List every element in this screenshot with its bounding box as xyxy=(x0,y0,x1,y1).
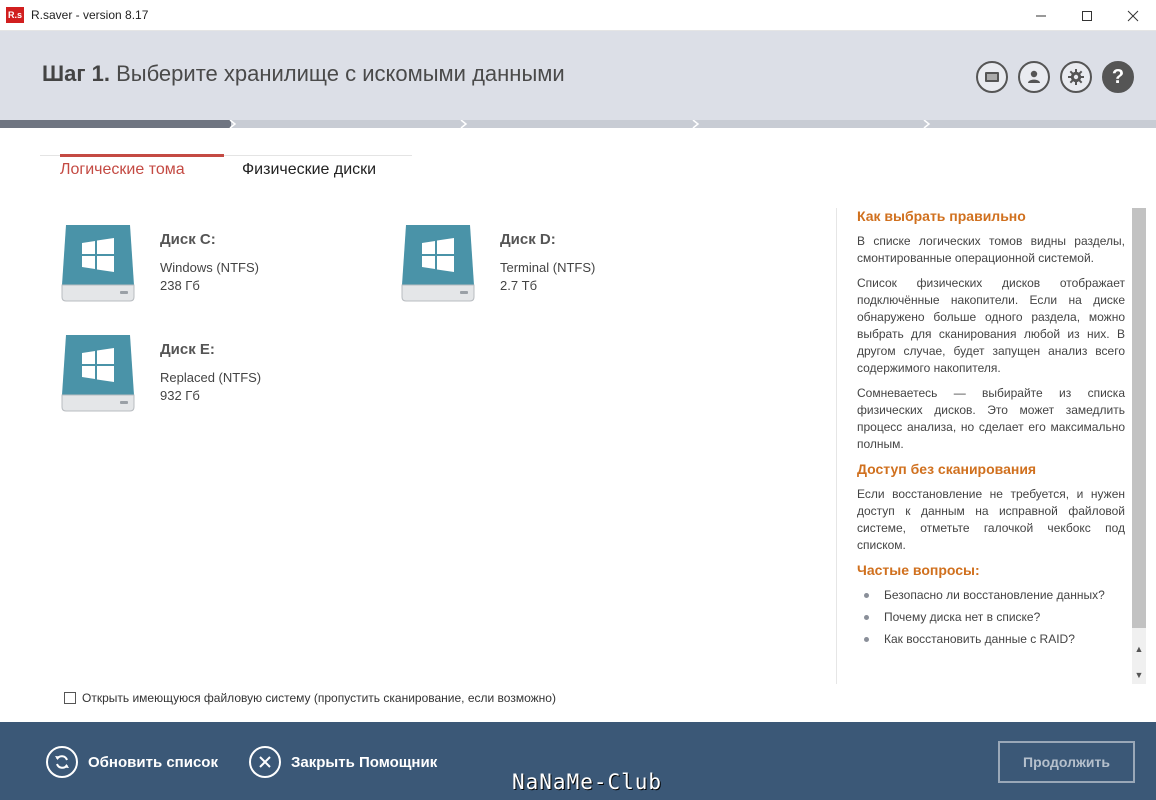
progress-step-separator xyxy=(923,120,930,128)
disk-item-e[interactable]: Диск E: Replaced (NTFS) 932 Гб xyxy=(60,333,360,423)
close-window-button[interactable] xyxy=(1110,0,1156,31)
wizard-header: Шаг 1. Выберите хранилище с искомыми дан… xyxy=(0,31,1156,120)
help-paragraph: Сомневаетесь — выбирайте из списка физич… xyxy=(857,386,1125,451)
step-title: Выберите хранилище с искомыми данными xyxy=(116,61,565,86)
tab-logical-volumes[interactable]: Логические тома xyxy=(60,161,185,179)
disk-filesystem: Terminal (NTFS) xyxy=(500,260,596,275)
minimize-button[interactable] xyxy=(1018,0,1064,31)
account-button[interactable] xyxy=(1018,61,1050,93)
help-paragraph: Если восстановление не требуется, и нуже… xyxy=(857,487,1125,552)
window-title: R.saver - version 8.17 xyxy=(31,8,149,22)
progress-fill xyxy=(0,120,232,128)
help-heading-no-scan: Доступ без сканирования xyxy=(857,461,1037,477)
help-paragraph: Список физических дисков отображает подк… xyxy=(857,276,1125,375)
progress-step-separator xyxy=(229,120,237,128)
minimize-icon xyxy=(1036,15,1046,16)
close-circle-icon xyxy=(249,746,281,778)
disk-filesystem: Windows (NTFS) xyxy=(160,260,259,275)
settings-button[interactable] xyxy=(1060,61,1092,93)
step-number: Шаг 1. xyxy=(42,61,110,86)
disk-name: Диск C: xyxy=(160,231,216,248)
disk-size: 238 Гб xyxy=(160,278,200,293)
maximize-button[interactable] xyxy=(1064,0,1110,31)
disk-item-d[interactable]: Диск D: Terminal (NTFS) 2.7 Тб xyxy=(400,223,700,313)
help-heading-choose: Как выбрать правильно xyxy=(857,208,1026,224)
skip-scan-checkbox[interactable] xyxy=(64,692,76,704)
skip-scan-label: Открыть имеющуюся файловую систему (проп… xyxy=(82,691,556,705)
volume-tabs: Логические тома Физические диски xyxy=(40,154,412,185)
close-wizard-button[interactable]: Закрыть Помощник xyxy=(249,745,437,779)
wizard-progress xyxy=(0,120,1156,128)
help-icon: ? xyxy=(1111,65,1125,88)
progress-step-separator xyxy=(460,120,468,128)
refresh-list-label: Обновить список xyxy=(88,753,218,771)
close-wizard-label: Закрыть Помощник xyxy=(291,753,438,771)
disk-name: Диск D: xyxy=(500,231,556,248)
wizard-footer: Обновить список Закрыть Помощник NaNaMe-… xyxy=(0,722,1156,800)
refresh-icon xyxy=(46,746,78,778)
help-scrollbar[interactable]: ▲ ▼ xyxy=(1132,208,1146,684)
disk-filesystem: Replaced (NTFS) xyxy=(160,370,262,385)
disk-size: 2.7 Тб xyxy=(500,278,538,293)
close-icon xyxy=(1127,10,1139,21)
disk-size: 932 Гб xyxy=(160,388,200,403)
refresh-list-button[interactable]: Обновить список xyxy=(46,745,218,779)
maximize-icon xyxy=(1082,10,1092,21)
watermark-text: NaNaMe-Club xyxy=(512,770,663,794)
title-bar: R.s R.saver - version 8.17 xyxy=(0,0,1156,31)
help-paragraph: В списке логических томов видны разделы,… xyxy=(857,234,1125,265)
scroll-up-arrow[interactable]: ▲ xyxy=(1132,642,1146,656)
help-heading-faq: Частые вопросы: xyxy=(857,562,980,578)
hard-drive-icon xyxy=(61,335,135,412)
settings-icon xyxy=(1068,69,1084,85)
hard-drive-icon xyxy=(61,225,135,302)
faq-link[interactable]: Безопасно ли восстановление данных? xyxy=(857,587,1125,604)
help-pane: Как выбрать правильно В списке логически… xyxy=(836,208,1132,684)
app-logo: R.s xyxy=(6,7,24,23)
log-button[interactable] xyxy=(976,61,1008,93)
log-icon xyxy=(985,72,999,82)
continue-button[interactable]: Продолжить xyxy=(998,741,1135,783)
tab-physical-disks[interactable]: Физические диски xyxy=(242,161,376,179)
scroll-down-arrow[interactable]: ▼ xyxy=(1132,668,1146,682)
account-icon xyxy=(1028,70,1040,83)
disk-item-c[interactable]: Диск C: Windows (NTFS) 238 Гб xyxy=(60,223,360,313)
help-button[interactable]: ? xyxy=(1102,61,1134,93)
page-title: Шаг 1. Выберите хранилище с искомыми дан… xyxy=(42,61,565,87)
disk-name: Диск E: xyxy=(160,341,215,358)
active-tab-indicator xyxy=(60,154,224,157)
faq-link[interactable]: Почему диска нет в списке? xyxy=(857,609,1125,626)
hard-drive-icon xyxy=(401,225,475,302)
skip-scan-option[interactable]: Открыть имеющуюся файловую систему (проп… xyxy=(64,691,556,705)
faq-link[interactable]: Как восстановить данные с RAID? xyxy=(857,631,1125,648)
scroll-thumb[interactable] xyxy=(1132,208,1146,628)
progress-step-separator xyxy=(692,120,699,128)
